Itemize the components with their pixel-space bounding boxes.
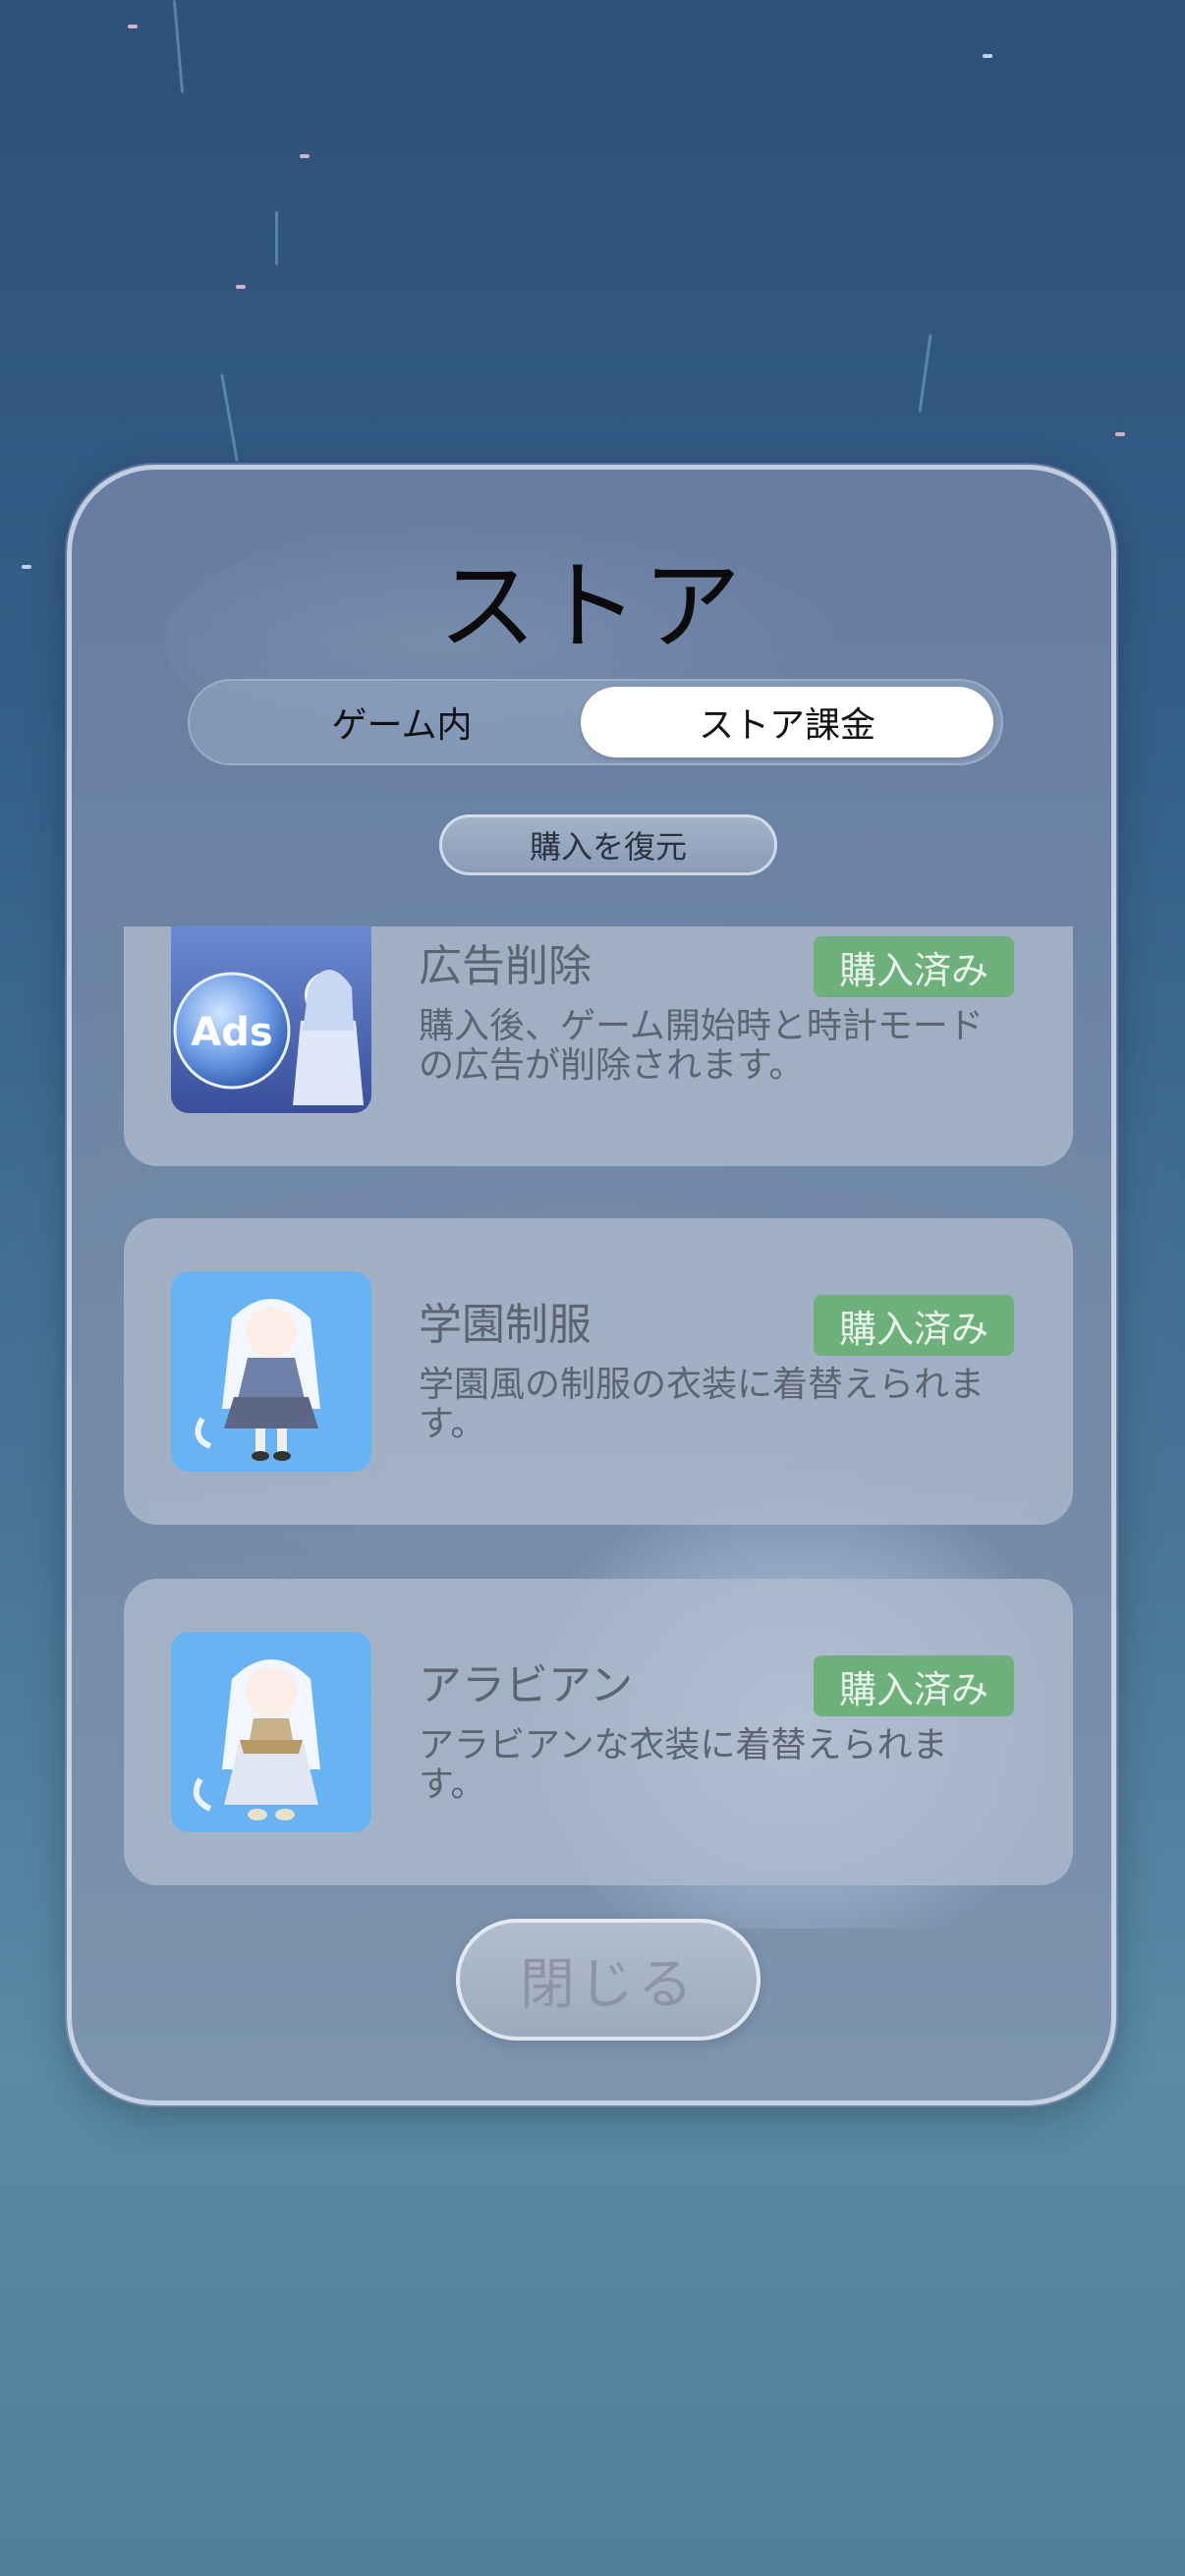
- item-description: アラビアンな衣装に着替えられます。: [419, 1725, 948, 1805]
- remove-ads-thumbnail: Ads: [171, 926, 371, 1113]
- seaweed-decoration: [918, 334, 932, 413]
- sparkle-decoration: [128, 25, 138, 28]
- item-name: 広告削除: [419, 941, 592, 991]
- list-item-arabian[interactable]: アラビアン 購入済み アラビアンな衣装に着替えられます。: [124, 1579, 1073, 1885]
- seaweed-decoration: [220, 373, 239, 462]
- item-list[interactable]: Ads 広告削除 購入済み 購入後、ゲーム開始時と時計モードの広告が削除されます…: [67, 926, 1116, 1929]
- tab-store-purchase[interactable]: ストア課金: [581, 687, 993, 757]
- store-title: ストア: [438, 549, 745, 664]
- item-description: 購入後、ゲーム開始時と時計モードの広告が削除されます。: [419, 1006, 984, 1086]
- item-name: 学園制服: [419, 1300, 592, 1350]
- close-button[interactable]: 閉じる: [456, 1919, 761, 2041]
- svg-text:Ads: Ads: [191, 1010, 272, 1055]
- store-panel: ストア ゲーム内 ストア課金 購入を復元 Ads 広告削除 購入済み 購入後、ゲ…: [67, 465, 1116, 2105]
- seaweed-decoration: [275, 211, 278, 265]
- list-item-school-uniform[interactable]: 学園制服 購入済み 学園風の制服の衣装に着替えられます。: [124, 1218, 1073, 1525]
- restore-purchases-button[interactable]: 購入を復元: [439, 814, 777, 875]
- purchased-badge: 購入済み: [814, 1655, 1014, 1716]
- tab-in-game[interactable]: ゲーム内: [196, 687, 608, 757]
- purchased-badge: 購入済み: [814, 1295, 1014, 1356]
- sparkle-decoration: [22, 565, 31, 569]
- sparkle-decoration: [300, 154, 310, 158]
- store-tab-switcher: ゲーム内 ストア課金: [188, 679, 1003, 765]
- list-item-remove-ads[interactable]: Ads 広告削除 購入済み 購入後、ゲーム開始時と時計モードの広告が削除されます…: [124, 926, 1073, 1166]
- school-uniform-thumbnail: [171, 1271, 371, 1472]
- arabian-costume-thumbnail: [171, 1632, 371, 1832]
- item-name: アラビアン: [419, 1660, 634, 1710]
- sparkle-decoration: [1115, 432, 1125, 436]
- purchased-badge: 購入済み: [814, 936, 1014, 997]
- seaweed-decoration: [172, 0, 185, 93]
- sparkle-decoration: [983, 54, 992, 58]
- sparkle-decoration: [236, 285, 246, 289]
- item-description: 学園風の制服の衣装に着替えられます。: [419, 1365, 986, 1444]
